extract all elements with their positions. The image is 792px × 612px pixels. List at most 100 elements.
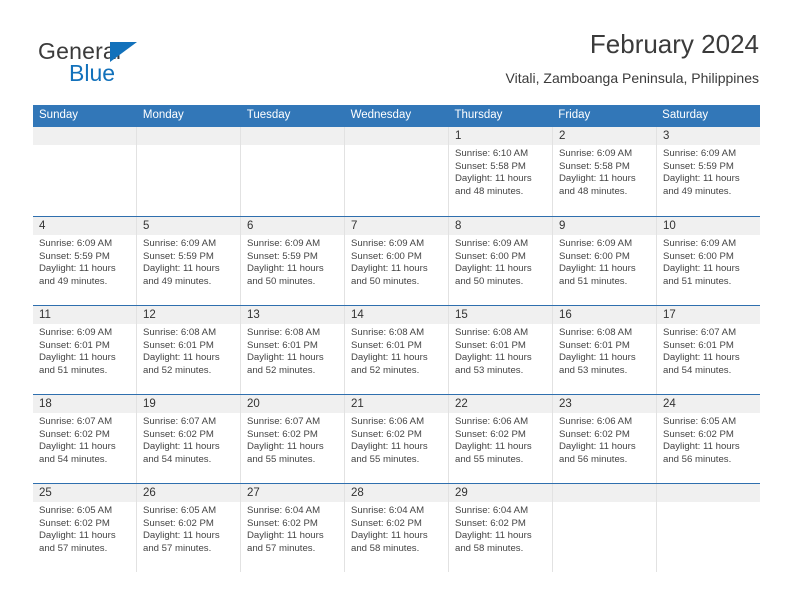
calendar-day-cell[interactable]: 7 Sunrise: 6:09 AM Sunset: 6:00 PM Daylight… (344, 217, 448, 305)
calendar-day-cell[interactable]: 18 Sunrise: 6:07 AM Sunset: 6:02 PM Dayligh… (33, 395, 136, 483)
sunrise-text: Sunrise: 6:08 AM (351, 327, 425, 338)
daylight-text-line2: and 50 minutes. (247, 275, 316, 287)
day-number: 29 (449, 484, 552, 502)
daylight-text-line2: and 55 minutes. (351, 453, 420, 465)
day-sun-details: Sunrise: 6:08 AM Sunset: 6:01 PM Daylight:… (553, 324, 656, 377)
calendar-day-cell[interactable]: 19 Sunrise: 6:07 AM Sunset: 6:02 PM Dayligh… (136, 395, 240, 483)
daylight-text-line1: Daylight: 11 hours (663, 173, 740, 185)
day-number (137, 127, 240, 145)
day-sun-details: Sunrise: 6:04 AM Sunset: 6:02 PM Daylight:… (241, 502, 344, 555)
logo-word-blue: Blue (69, 60, 116, 86)
sunset-text: Sunset: 6:02 PM (351, 517, 422, 529)
day-sun-details: Sunrise: 6:06 AM Sunset: 6:02 PM Daylight:… (553, 413, 656, 466)
calendar-week-row: 25 Sunrise: 6:05 AM Sunset: 6:02 PM Dayligh… (33, 483, 760, 572)
sunrise-text: Sunrise: 6:04 AM (351, 505, 425, 516)
sunset-text: Sunset: 5:58 PM (455, 160, 526, 172)
sunset-text: Sunset: 6:01 PM (455, 339, 526, 351)
day-number: 12 (137, 306, 240, 324)
calendar-day-cell[interactable]: 14 Sunrise: 6:08 AM Sunset: 6:01 PM Dayligh… (344, 306, 448, 394)
page-title: February 2024 (589, 29, 759, 59)
day-sun-details: Sunrise: 6:06 AM Sunset: 6:02 PM Daylight:… (449, 413, 552, 466)
sunset-text: Sunset: 5:59 PM (39, 250, 110, 262)
general-blue-logo[interactable]: General Blue (38, 38, 238, 94)
daylight-text-line2: and 54 minutes. (143, 453, 212, 465)
calendar-day-cell[interactable]: 20 Sunrise: 6:07 AM Sunset: 6:02 PM Dayligh… (240, 395, 344, 483)
day-number (241, 127, 344, 145)
sunrise-text: Sunrise: 6:08 AM (143, 327, 217, 338)
day-sun-details: Sunrise: 6:04 AM Sunset: 6:02 PM Daylight:… (449, 502, 552, 555)
calendar-day-cell-empty (552, 484, 656, 572)
day-number: 5 (137, 217, 240, 235)
page-subtitle: Vitali, Zamboanga Peninsula, Philippines (505, 70, 759, 86)
calendar-day-cell[interactable]: 22 Sunrise: 6:06 AM Sunset: 6:02 PM Dayligh… (448, 395, 552, 483)
sunset-text: Sunset: 6:02 PM (39, 517, 110, 529)
calendar-day-cell[interactable]: 9 Sunrise: 6:09 AM Sunset: 6:00 PM Daylight… (552, 217, 656, 305)
calendar-day-cell[interactable]: 16 Sunrise: 6:08 AM Sunset: 6:01 PM Dayligh… (552, 306, 656, 394)
sunset-text: Sunset: 6:02 PM (247, 517, 318, 529)
day-number: 10 (657, 217, 760, 235)
calendar-day-cell[interactable]: 27 Sunrise: 6:04 AM Sunset: 6:02 PM Dayligh… (240, 484, 344, 572)
day-sun-details: Sunrise: 6:05 AM Sunset: 6:02 PM Daylight:… (137, 502, 240, 555)
calendar-day-cell[interactable]: 6 Sunrise: 6:09 AM Sunset: 5:59 PM Daylight… (240, 217, 344, 305)
sunrise-text: Sunrise: 6:09 AM (455, 238, 529, 249)
day-sun-details: Sunrise: 6:07 AM Sunset: 6:02 PM Daylight:… (137, 413, 240, 466)
day-sun-details: Sunrise: 6:09 AM Sunset: 6:00 PM Daylight:… (449, 235, 552, 288)
sunset-text: Sunset: 6:02 PM (247, 428, 318, 440)
calendar-day-cell[interactable]: 4 Sunrise: 6:09 AM Sunset: 5:59 PM Daylight… (33, 217, 136, 305)
daylight-text-line1: Daylight: 11 hours (455, 352, 532, 364)
calendar-day-cell[interactable]: 21 Sunrise: 6:06 AM Sunset: 6:02 PM Dayligh… (344, 395, 448, 483)
day-sun-details: Sunrise: 6:07 AM Sunset: 6:02 PM Daylight:… (33, 413, 136, 466)
daylight-text-line1: Daylight: 11 hours (351, 530, 428, 542)
weekday-header-tuesday: Tuesday (246, 109, 291, 121)
day-number: 21 (345, 395, 448, 413)
calendar-day-cell[interactable]: 17 Sunrise: 6:07 AM Sunset: 6:01 PM Dayligh… (656, 306, 760, 394)
calendar-day-cell[interactable]: 11 Sunrise: 6:09 AM Sunset: 6:01 PM Dayligh… (33, 306, 136, 394)
day-sun-details: Sunrise: 6:09 AM Sunset: 5:59 PM Daylight:… (241, 235, 344, 288)
title-block: February 2024 Vitali, Zamboanga Peninsul… (506, 28, 759, 87)
day-number: 27 (241, 484, 344, 502)
calendar-day-cell[interactable]: 13 Sunrise: 6:08 AM Sunset: 6:01 PM Dayligh… (240, 306, 344, 394)
calendar-day-cell[interactable]: 28 Sunrise: 6:04 AM Sunset: 6:02 PM Dayligh… (344, 484, 448, 572)
calendar-day-cell[interactable]: 12 Sunrise: 6:08 AM Sunset: 6:01 PM Dayligh… (136, 306, 240, 394)
daylight-text-line2: and 52 minutes. (351, 364, 420, 376)
calendar-day-cell[interactable]: 5 Sunrise: 6:09 AM Sunset: 5:59 PM Daylight… (136, 217, 240, 305)
day-number: 18 (33, 395, 136, 413)
day-number: 20 (241, 395, 344, 413)
sunrise-text: Sunrise: 6:09 AM (559, 148, 633, 159)
calendar-day-cell[interactable]: 24 Sunrise: 6:05 AM Sunset: 6:02 PM Dayligh… (656, 395, 760, 483)
day-sun-details: Sunrise: 6:08 AM Sunset: 6:01 PM Daylight:… (137, 324, 240, 377)
daylight-text-line1: Daylight: 11 hours (559, 263, 636, 275)
sunset-text: Sunset: 6:00 PM (559, 250, 630, 262)
calendar-week-row: 18 Sunrise: 6:07 AM Sunset: 6:02 PM Dayligh… (33, 394, 760, 483)
calendar-day-cell[interactable]: 25 Sunrise: 6:05 AM Sunset: 6:02 PM Dayligh… (33, 484, 136, 572)
daylight-text-line2: and 55 minutes. (247, 453, 316, 465)
calendar-day-cell[interactable]: 1 Sunrise: 6:10 AM Sunset: 5:58 PM Daylight… (448, 127, 552, 216)
calendar-day-cell[interactable]: 29 Sunrise: 6:04 AM Sunset: 6:02 PM Dayligh… (448, 484, 552, 572)
daylight-text-line1: Daylight: 11 hours (247, 352, 324, 364)
day-number: 3 (657, 127, 760, 145)
calendar-day-cell[interactable]: 2 Sunrise: 6:09 AM Sunset: 5:58 PM Daylight… (552, 127, 656, 216)
sunset-text: Sunset: 6:02 PM (351, 428, 422, 440)
sunset-text: Sunset: 6:01 PM (39, 339, 110, 351)
day-sun-details: Sunrise: 6:05 AM Sunset: 6:02 PM Daylight:… (657, 413, 760, 466)
day-number: 22 (449, 395, 552, 413)
daylight-text-line2: and 49 minutes. (143, 275, 212, 287)
sunset-text: Sunset: 6:02 PM (559, 428, 630, 440)
calendar-day-cell[interactable]: 26 Sunrise: 6:05 AM Sunset: 6:02 PM Dayligh… (136, 484, 240, 572)
daylight-text-line1: Daylight: 11 hours (247, 263, 324, 275)
calendar-day-cell[interactable]: 15 Sunrise: 6:08 AM Sunset: 6:01 PM Dayligh… (448, 306, 552, 394)
sunset-text: Sunset: 6:02 PM (39, 428, 110, 440)
calendar-day-cell[interactable]: 8 Sunrise: 6:09 AM Sunset: 6:00 PM Daylight… (448, 217, 552, 305)
calendar-day-cell[interactable]: 3 Sunrise: 6:09 AM Sunset: 5:59 PM Daylight… (656, 127, 760, 216)
daylight-text-line2: and 56 minutes. (559, 453, 628, 465)
daylight-text-line1: Daylight: 11 hours (39, 530, 116, 542)
day-number: 26 (137, 484, 240, 502)
calendar-day-cell[interactable]: 10 Sunrise: 6:09 AM Sunset: 6:00 PM Dayligh… (656, 217, 760, 305)
sunrise-text: Sunrise: 6:06 AM (455, 416, 529, 427)
daylight-text-line2: and 57 minutes. (143, 542, 212, 554)
day-number (553, 484, 656, 502)
daylight-text-line2: and 54 minutes. (663, 364, 732, 376)
sunrise-text: Sunrise: 6:06 AM (351, 416, 425, 427)
weekday-header-row: Sunday Monday Tuesday Wednesday Thursday… (33, 105, 760, 127)
calendar-day-cell[interactable]: 23 Sunrise: 6:06 AM Sunset: 6:02 PM Dayligh… (552, 395, 656, 483)
